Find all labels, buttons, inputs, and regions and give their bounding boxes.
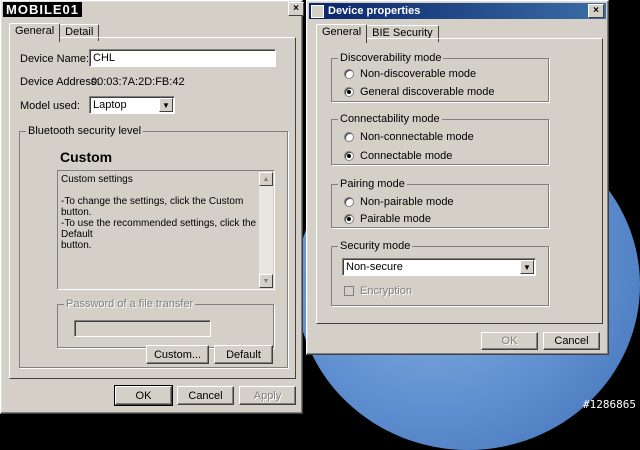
- radio-label: Non-pairable mode: [360, 196, 454, 208]
- encryption-checkbox[interactable]: Encryption: [344, 285, 412, 297]
- radio-checked-icon: [344, 151, 354, 161]
- security-mode-group: Security mode Non-secure ▼ Encryption: [331, 240, 549, 306]
- close-button[interactable]: ×: [588, 4, 604, 18]
- device-properties-titlebar[interactable]: Device properties ×: [309, 3, 606, 19]
- radio-checked-icon: [344, 87, 354, 97]
- close-icon: ×: [293, 3, 299, 14]
- device-properties-dialog: Device properties × General BIE Security…: [306, 0, 609, 355]
- ok-button[interactable]: OK: [114, 385, 173, 406]
- custom-button[interactable]: Custom...: [146, 345, 209, 364]
- radio-connectable[interactable]: Connectable mode: [344, 150, 452, 162]
- radio-label: Non-connectable mode: [360, 131, 474, 143]
- device-name-input[interactable]: CHL: [89, 49, 276, 67]
- post-id-watermark: #1286865: [583, 398, 636, 411]
- close-button[interactable]: ×: [288, 2, 304, 16]
- description-scrollbar[interactable]: ▲ ▼: [259, 172, 273, 288]
- discoverability-group: Discoverability mode Non-discoverable mo…: [331, 52, 549, 102]
- security-description: Custom settings -To change the settings,…: [57, 170, 275, 290]
- pairing-group-title: Pairing mode: [338, 178, 407, 190]
- device-address-value: 00:03:7A:2D:FB:42: [91, 76, 185, 88]
- tab-general[interactable]: General: [9, 23, 61, 42]
- chevron-down-icon[interactable]: ▼: [520, 260, 534, 274]
- chevron-down-icon[interactable]: ▼: [159, 98, 173, 112]
- password-group: Password of a file transfer: [57, 298, 274, 348]
- pairing-group: Pairing mode Non-pairable mode Pairable …: [331, 178, 549, 228]
- security-heading: Custom: [60, 149, 113, 165]
- radio-label: Non-discoverable mode: [360, 68, 477, 80]
- encryption-label: Encryption: [360, 285, 412, 297]
- scroll-down-icon[interactable]: ▼: [259, 274, 273, 288]
- checkbox-icon: [344, 286, 354, 296]
- description-text: Custom settings -To change the settings,…: [61, 174, 257, 251]
- password-group-title: Password of a file transfer: [64, 298, 196, 310]
- security-level-group: Bluetooth security level Custom Custom s…: [19, 125, 288, 368]
- apply-button[interactable]: Apply: [239, 386, 296, 405]
- connectability-group: Connectability mode Non-connectable mode…: [331, 113, 549, 165]
- radio-label: Connectable mode: [360, 150, 453, 162]
- left-tab-panel: Device Name: CHL Device Address: 00:03:7…: [9, 37, 296, 379]
- bluetooth-properties-dialog: MOBILE01 × General Detail Device Name: C…: [0, 0, 304, 414]
- radio-icon: [344, 197, 354, 207]
- mobile01-logo: MOBILE01: [3, 2, 83, 17]
- connectability-group-title: Connectability mode: [338, 113, 442, 125]
- radio-label: Pairable mode: [360, 213, 431, 225]
- radio-non-discoverable[interactable]: Non-discoverable mode: [344, 68, 476, 80]
- security-level-group-title: Bluetooth security level: [26, 125, 144, 137]
- device-address-label: Device Address:: [20, 76, 100, 88]
- radio-non-connectable[interactable]: Non-connectable mode: [344, 131, 474, 143]
- cancel-button[interactable]: Cancel: [177, 386, 234, 405]
- discoverability-group-title: Discoverability mode: [338, 52, 444, 64]
- close-icon: ×: [593, 5, 599, 16]
- logo-text: MOBILE01: [3, 2, 83, 17]
- description-line: -To change the settings, click the Custo…: [61, 196, 244, 218]
- radio-non-pairable[interactable]: Non-pairable mode: [344, 196, 454, 208]
- security-mode-dropdown[interactable]: Non-secure ▼: [342, 258, 536, 276]
- radio-pairable[interactable]: Pairable mode: [344, 213, 431, 225]
- scroll-up-icon[interactable]: ▲: [259, 172, 273, 186]
- password-input: [74, 320, 211, 337]
- model-used-label: Model used:: [20, 100, 80, 112]
- description-line: button.: [61, 240, 92, 251]
- description-line: -To use the recommended settings, click …: [61, 218, 257, 240]
- default-button[interactable]: Default: [214, 345, 273, 364]
- description-line: Custom settings: [61, 174, 133, 185]
- model-used-value: Laptop: [93, 99, 127, 111]
- description-line: [61, 185, 257, 196]
- security-mode-group-title: Security mode: [338, 240, 413, 252]
- radio-icon: [344, 69, 354, 79]
- radio-general-discoverable[interactable]: General discoverable mode: [344, 86, 495, 98]
- cancel-button[interactable]: Cancel: [543, 332, 600, 350]
- bluetooth-app-icon: [311, 4, 324, 18]
- tab-general[interactable]: General: [316, 24, 368, 43]
- ok-button[interactable]: OK: [481, 332, 538, 350]
- device-name-label: Device Name:: [20, 53, 90, 65]
- model-used-dropdown[interactable]: Laptop ▼: [89, 96, 175, 114]
- right-tab-panel: Discoverability mode Non-discoverable mo…: [316, 38, 603, 324]
- radio-label: General discoverable mode: [360, 86, 495, 98]
- radio-checked-icon: [344, 214, 354, 224]
- radio-icon: [344, 132, 354, 142]
- security-mode-value: Non-secure: [346, 261, 403, 273]
- window-title: Device properties: [328, 5, 421, 17]
